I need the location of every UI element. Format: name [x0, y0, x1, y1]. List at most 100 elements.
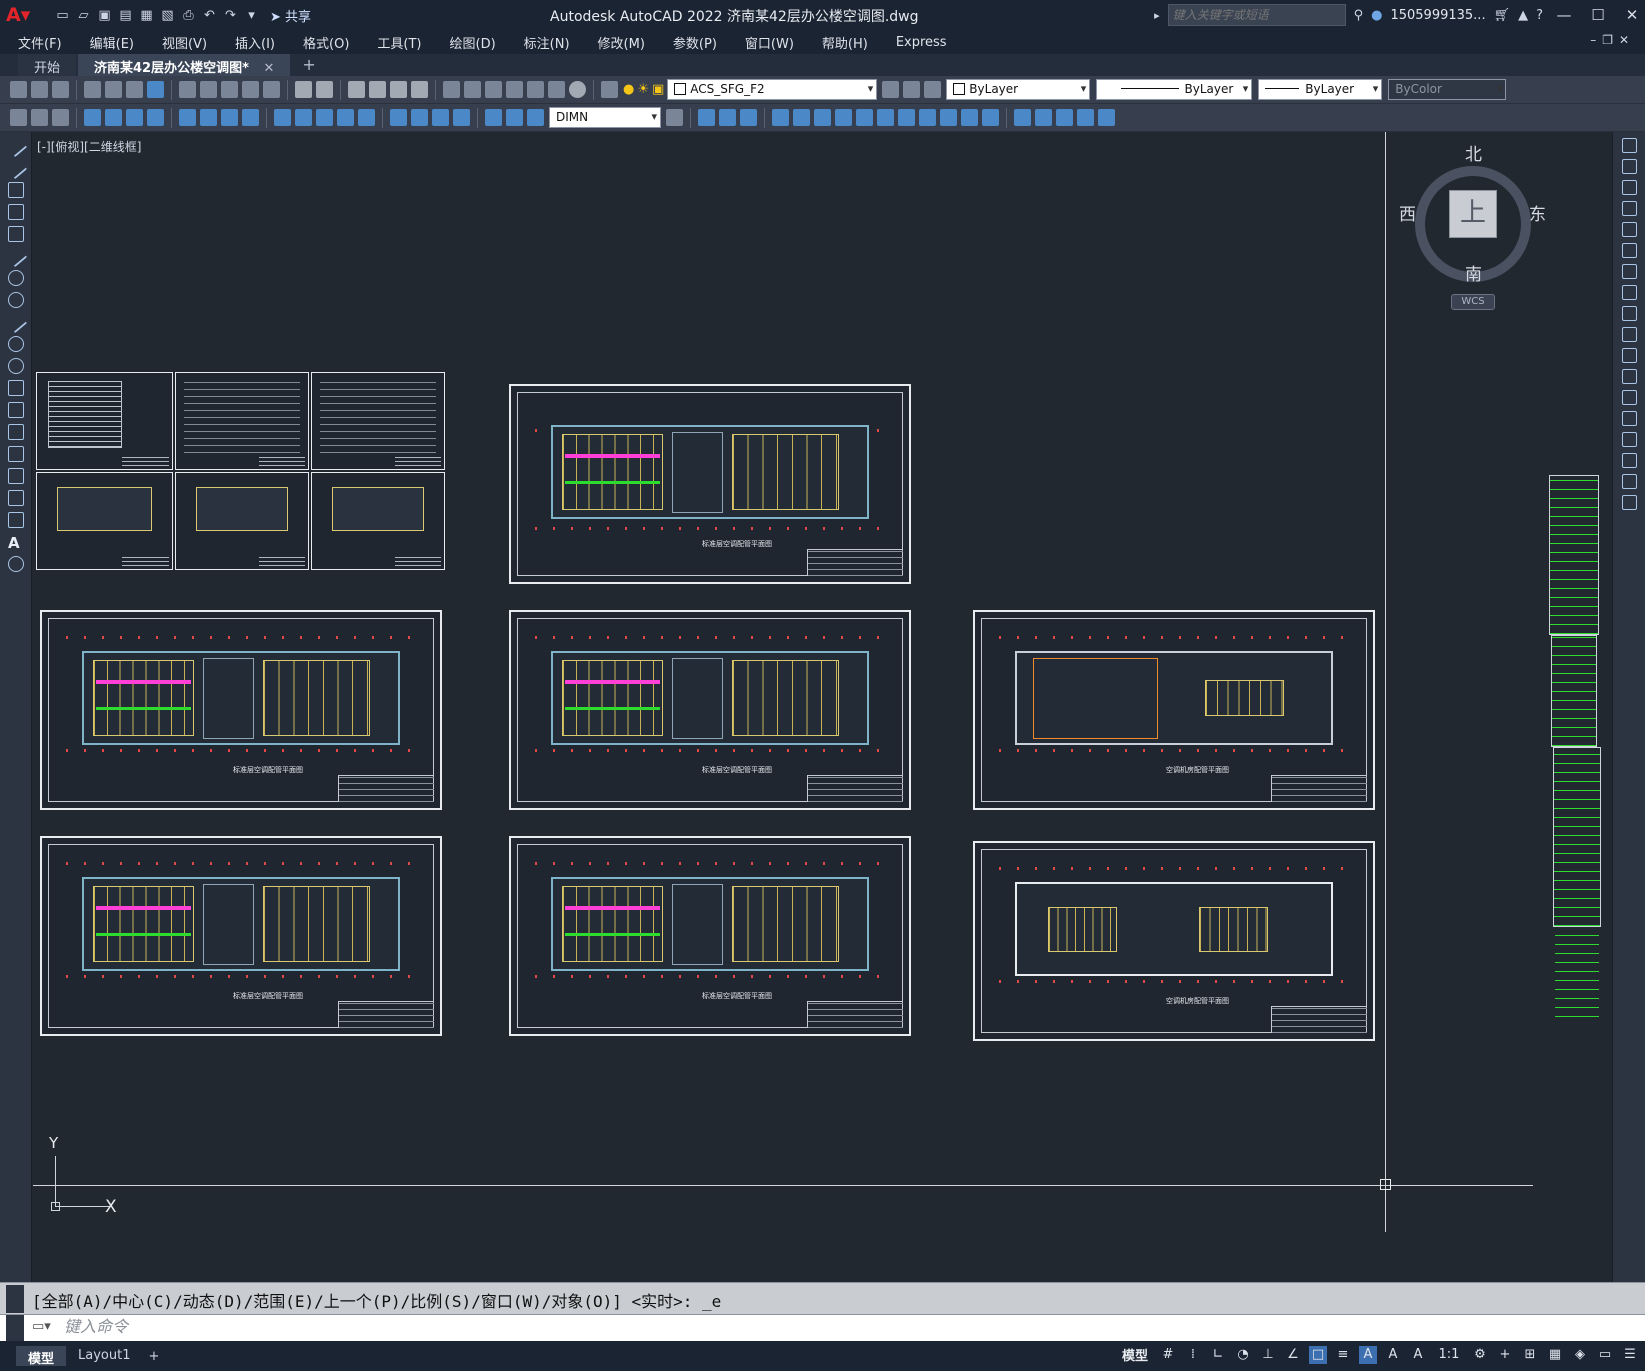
menu-insert[interactable]: 插入(I) — [231, 33, 279, 52]
calculator-icon[interactable] — [548, 81, 565, 98]
scale-icon[interactable] — [835, 109, 852, 126]
arc-icon[interactable] — [4, 244, 28, 268]
dim-update-icon[interactable] — [527, 109, 544, 126]
menu-express[interactable]: Express — [892, 35, 951, 50]
viewcube-top-face[interactable]: 上 — [1449, 190, 1497, 238]
arc-length-icon[interactable] — [126, 109, 143, 126]
ellipse-icon[interactable] — [8, 336, 24, 352]
menu-draw[interactable]: 绘图(D) — [446, 33, 500, 52]
isodraft-icon[interactable]: ⊥ — [1259, 1346, 1277, 1364]
save-web-icon[interactable]: ▧ — [159, 7, 176, 24]
color-dropdown[interactable]: ByLayer — [946, 79, 1091, 100]
explode-icon[interactable] — [1014, 109, 1031, 126]
compass-north[interactable]: 北 — [1465, 140, 1482, 165]
floor-plan-sheet[interactable]: 标准层空调配管平面图 — [509, 384, 911, 584]
ellipse-arc-icon[interactable] — [8, 358, 24, 374]
mtext-icon[interactable]: A — [8, 534, 24, 552]
riser-diagram-lower[interactable] — [1553, 747, 1601, 927]
zoom-realtime-icon[interactable] — [369, 81, 386, 98]
move-side-icon[interactable] — [1622, 243, 1637, 258]
annotation-visibility-icon[interactable]: A — [1359, 1345, 1377, 1364]
fillet-icon[interactable] — [982, 109, 999, 126]
a360-icon[interactable]: ▲ — [1518, 8, 1528, 23]
cut-icon[interactable] — [179, 81, 196, 98]
jogged-linear-icon[interactable] — [453, 109, 470, 126]
layer-walk-icon[interactable] — [52, 109, 69, 126]
circle-icon[interactable] — [8, 270, 24, 286]
insert-block-draw-icon[interactable] — [8, 380, 24, 396]
copy-side-icon[interactable] — [1622, 159, 1637, 174]
layer-lock-icon[interactable]: ▣ — [652, 82, 664, 97]
isolate-objects-icon[interactable]: ◈ — [1571, 1346, 1589, 1364]
diameter-dim-icon[interactable] — [221, 109, 238, 126]
polygon-icon[interactable] — [8, 204, 24, 220]
tab-start[interactable]: 开始 — [18, 54, 77, 76]
3d-print-icon[interactable] — [147, 81, 164, 98]
scale-value[interactable]: 1:1 — [1434, 1346, 1464, 1364]
center-mark-icon[interactable] — [411, 109, 428, 126]
fullscreen-icon[interactable]: ▭ — [1596, 1346, 1614, 1364]
snap-icon[interactable]: ⁞ — [1184, 1346, 1202, 1364]
save-file-icon[interactable] — [52, 81, 69, 98]
add-selected-icon[interactable] — [8, 556, 24, 572]
menu-file[interactable]: 文件(F) — [14, 33, 66, 52]
mirror-side-icon[interactable] — [1622, 180, 1637, 195]
open-web-icon[interactable]: ▦ — [138, 7, 155, 24]
mdi-controls[interactable]: –❐✕ — [1590, 33, 1635, 47]
zoom-window-icon[interactable] — [390, 81, 407, 98]
mirror-icon[interactable] — [719, 109, 736, 126]
user-icon[interactable]: ● — [1371, 8, 1382, 23]
redo-icon[interactable]: ↷ — [222, 7, 239, 24]
make-current-layer-icon[interactable] — [882, 81, 900, 98]
save-icon[interactable]: ▣ — [96, 7, 113, 24]
object-snap-icon[interactable]: □ — [1309, 1345, 1327, 1364]
share-button[interactable]: ➤ 共享 — [270, 6, 311, 25]
preview-icon[interactable] — [105, 81, 122, 98]
insert-block-icon[interactable] — [31, 109, 48, 126]
expand-search-icon[interactable]: ▸ — [1154, 9, 1160, 22]
lengthen-icon[interactable] — [1077, 109, 1094, 126]
blend-icon[interactable] — [1056, 109, 1073, 126]
floor-plan-sheet[interactable]: 标准层空调配管平面图 — [509, 836, 911, 1036]
lineweight-dropdown[interactable]: ByLayer — [1258, 79, 1383, 100]
layer-freeze-icon[interactable]: ☀ — [637, 82, 649, 97]
compass-south[interactable]: 南 — [1465, 260, 1482, 285]
extend-side-icon[interactable] — [1622, 348, 1637, 363]
drawing-sheet-thumb[interactable] — [311, 372, 445, 470]
help-tool-icon[interactable] — [569, 81, 586, 98]
match-properties-icon[interactable] — [242, 81, 259, 98]
command-line-grip[interactable] — [6, 1285, 24, 1313]
floor-plan-sheet[interactable]: 空调机房配管平面图 — [973, 841, 1375, 1041]
erase-icon[interactable] — [1035, 109, 1052, 126]
extend-icon[interactable] — [898, 109, 915, 126]
menu-modify[interactable]: 修改(M) — [594, 33, 649, 52]
menu-view[interactable]: 视图(V) — [158, 33, 211, 52]
cart-icon[interactable]: 🛒︎ — [1494, 8, 1511, 23]
model-space-button[interactable]: 模型 — [1122, 1345, 1148, 1364]
region-icon[interactable] — [8, 490, 24, 506]
fillet-side-icon[interactable] — [1622, 453, 1637, 468]
move-icon[interactable] — [793, 109, 810, 126]
open-file-icon[interactable] — [31, 81, 48, 98]
array-icon[interactable] — [772, 109, 789, 126]
tab-close-icon[interactable]: ✕ — [263, 61, 274, 76]
make-block-icon[interactable] — [8, 402, 24, 418]
drawing-sheet-thumb[interactable] — [36, 372, 173, 470]
user-name[interactable]: 1505999135... — [1390, 8, 1485, 23]
customization-menu-icon[interactable]: ☰ — [1621, 1346, 1639, 1364]
open-icon[interactable]: ▱ — [75, 7, 92, 24]
construction-line-icon[interactable] — [4, 156, 28, 180]
drawing-sheet-thumb[interactable] — [175, 372, 309, 470]
blend-side-icon[interactable] — [1622, 474, 1637, 489]
help-icon[interactable]: ? — [1536, 8, 1543, 23]
table-icon[interactable] — [8, 512, 24, 528]
linear-dim-icon[interactable] — [84, 109, 101, 126]
line-icon[interactable] — [4, 134, 28, 158]
rectangle-icon[interactable] — [8, 226, 24, 242]
viewcube[interactable]: 北 西 东 南 上 WCS — [1393, 140, 1553, 310]
tab-model[interactable]: 模型 — [16, 1346, 67, 1367]
menu-edit[interactable]: 编辑(E) — [86, 33, 138, 52]
aligned-dim-icon[interactable] — [105, 109, 122, 126]
layer-dropdown[interactable]: ACS_SFG_F2 — [667, 79, 878, 100]
inspection-icon[interactable] — [432, 109, 449, 126]
